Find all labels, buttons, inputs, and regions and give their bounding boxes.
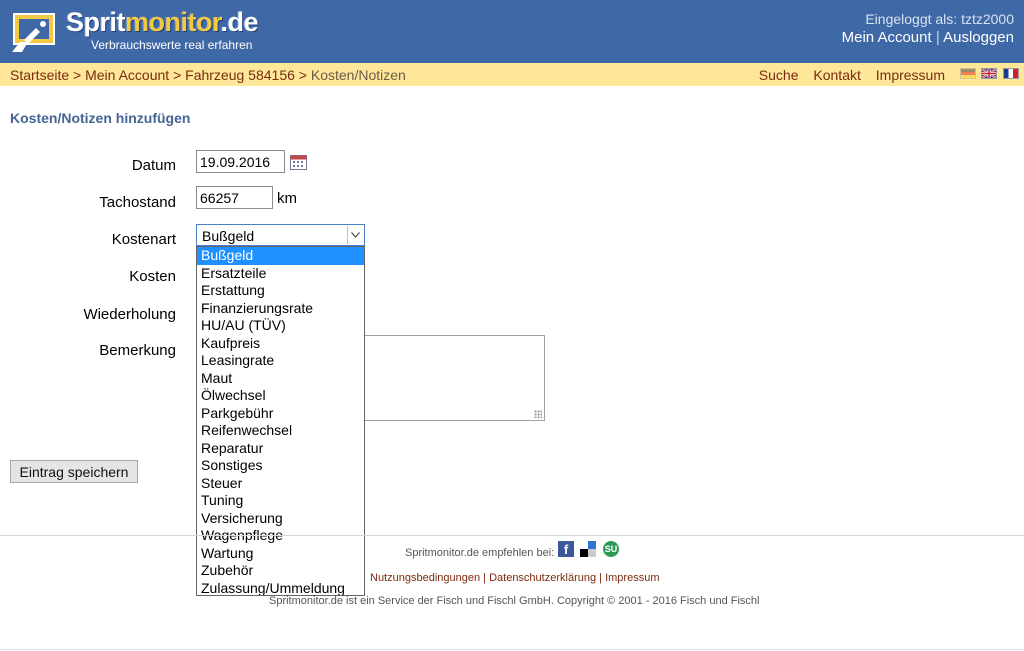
site-logo-title[interactable]: Spritmonitor.de xyxy=(66,7,259,38)
cost-type-select[interactable]: Bußgeld xyxy=(196,224,365,246)
page-title: Kosten/Notizen hinzufügen xyxy=(10,110,191,126)
breadcrumb-vehicle[interactable]: Fahrzeug 584156 xyxy=(185,67,295,83)
login-status: Eingeloggt als: tztz2000 xyxy=(865,11,1014,27)
contact-link[interactable]: Kontakt xyxy=(813,67,860,83)
footer-imprint-link[interactable]: Impressum xyxy=(605,572,659,584)
odometer-label: Tachostand xyxy=(99,194,176,211)
cost-type-dropdown-list: Bußgeld Ersatzteile Erstattung Finanzierung… xyxy=(196,246,365,596)
imprint-link[interactable]: Impressum xyxy=(876,67,945,83)
breadcrumb-my-account[interactable]: Mein Account xyxy=(85,67,169,83)
cost-type-label: Kostenart xyxy=(111,231,176,248)
costs-label: Kosten xyxy=(129,268,176,285)
site-tagline: Verbrauchswerte real erfahren xyxy=(91,38,253,52)
my-account-link[interactable]: Mein Account xyxy=(842,29,932,46)
cost-type-option[interactable]: Zubehör xyxy=(197,562,364,580)
breadcrumb-bar: Startseite > Mein Account > Fahrzeug 584… xyxy=(0,63,1024,86)
cost-type-selected-value: Bußgeld xyxy=(202,228,255,244)
cost-type-option[interactable]: Tuning xyxy=(197,492,364,510)
breadcrumb: Startseite > Mein Account > Fahrzeug 584… xyxy=(10,67,406,83)
account-links: Mein Account | Ausloggen xyxy=(842,29,1014,46)
chevron-down-icon[interactable] xyxy=(347,226,363,244)
footer-links: Nutzungsbedingungen | Datenschutzerkläru… xyxy=(370,572,659,584)
flag-en-icon[interactable] xyxy=(981,68,997,79)
cost-type-option[interactable]: Wartung xyxy=(197,545,364,563)
breadcrumb-separator: > xyxy=(73,67,82,83)
cost-type-option[interactable]: Maut xyxy=(197,370,364,388)
link-separator: | xyxy=(483,572,487,584)
date-field[interactable]: 19.09.2016 xyxy=(196,150,285,173)
logout-link[interactable]: Ausloggen xyxy=(943,29,1014,46)
date-label: Datum xyxy=(131,157,176,174)
repeat-label: Wiederholung xyxy=(83,306,176,323)
cost-type-option[interactable]: Zulassung/Ummeldung xyxy=(197,580,364,596)
recommend-text: Spritmonitor.de empfehlen bei: xyxy=(405,547,555,559)
copyright-text: Spritmonitor.de ist ein Service der Fisc… xyxy=(269,595,760,607)
delicious-icon[interactable] xyxy=(580,541,596,557)
breadcrumb-separator: > xyxy=(298,67,307,83)
privacy-link[interactable]: Datenschutzerklärung xyxy=(489,572,596,584)
note-textarea[interactable] xyxy=(364,335,545,421)
resize-grip-icon[interactable] xyxy=(534,410,542,418)
cost-type-option[interactable]: Finanzierungsrate xyxy=(197,300,364,318)
calendar-icon[interactable] xyxy=(290,154,307,170)
cost-type-option[interactable]: Ölwechsel xyxy=(197,387,364,405)
note-label: Bemerkung xyxy=(99,342,176,359)
flag-de-icon[interactable] xyxy=(960,68,976,79)
cost-type-option[interactable]: Parkgebühr xyxy=(197,405,364,423)
link-separator: | xyxy=(935,29,940,46)
cost-type-option[interactable]: HU/AU (TÜV) xyxy=(197,317,364,335)
cost-type-option[interactable]: Versicherung xyxy=(197,510,364,528)
search-link[interactable]: Suche xyxy=(759,67,799,83)
footer-divider xyxy=(0,535,1024,536)
cost-type-option[interactable]: Ersatzteile xyxy=(197,265,364,283)
cost-type-option[interactable]: Erstattung xyxy=(197,282,364,300)
facebook-icon[interactable]: f xyxy=(558,541,574,557)
cost-type-option[interactable]: Sonstiges xyxy=(197,457,364,475)
odometer-unit: km xyxy=(277,190,297,207)
odometer-field[interactable]: 66257 xyxy=(196,186,273,209)
cost-type-option[interactable]: Bußgeld xyxy=(197,247,364,265)
stumbleupon-icon[interactable]: SU xyxy=(603,541,619,557)
save-entry-button[interactable]: Eintrag speichern xyxy=(10,460,138,483)
site-header: Spritmonitor.de Verbrauchswerte real erf… xyxy=(0,0,1024,63)
breadcrumb-home[interactable]: Startseite xyxy=(10,67,69,83)
page-bottom-divider xyxy=(0,649,1024,650)
terms-link[interactable]: Nutzungsbedingungen xyxy=(370,572,480,584)
flag-fr-icon[interactable] xyxy=(1003,68,1019,79)
breadcrumb-separator: > xyxy=(173,67,182,83)
cost-type-option[interactable]: Kaufpreis xyxy=(197,335,364,353)
top-nav-links: Suche Kontakt Impressum xyxy=(748,67,945,83)
cost-type-option[interactable]: Steuer xyxy=(197,475,364,493)
breadcrumb-current: Kosten/Notizen xyxy=(310,67,406,83)
cost-type-option[interactable]: Reifenwechsel xyxy=(197,422,364,440)
cost-type-option[interactable]: Leasingrate xyxy=(197,352,364,370)
fuel-pump-logo-icon[interactable] xyxy=(10,12,58,54)
link-separator: | xyxy=(599,572,603,584)
cost-type-option[interactable]: Reparatur xyxy=(197,440,364,458)
